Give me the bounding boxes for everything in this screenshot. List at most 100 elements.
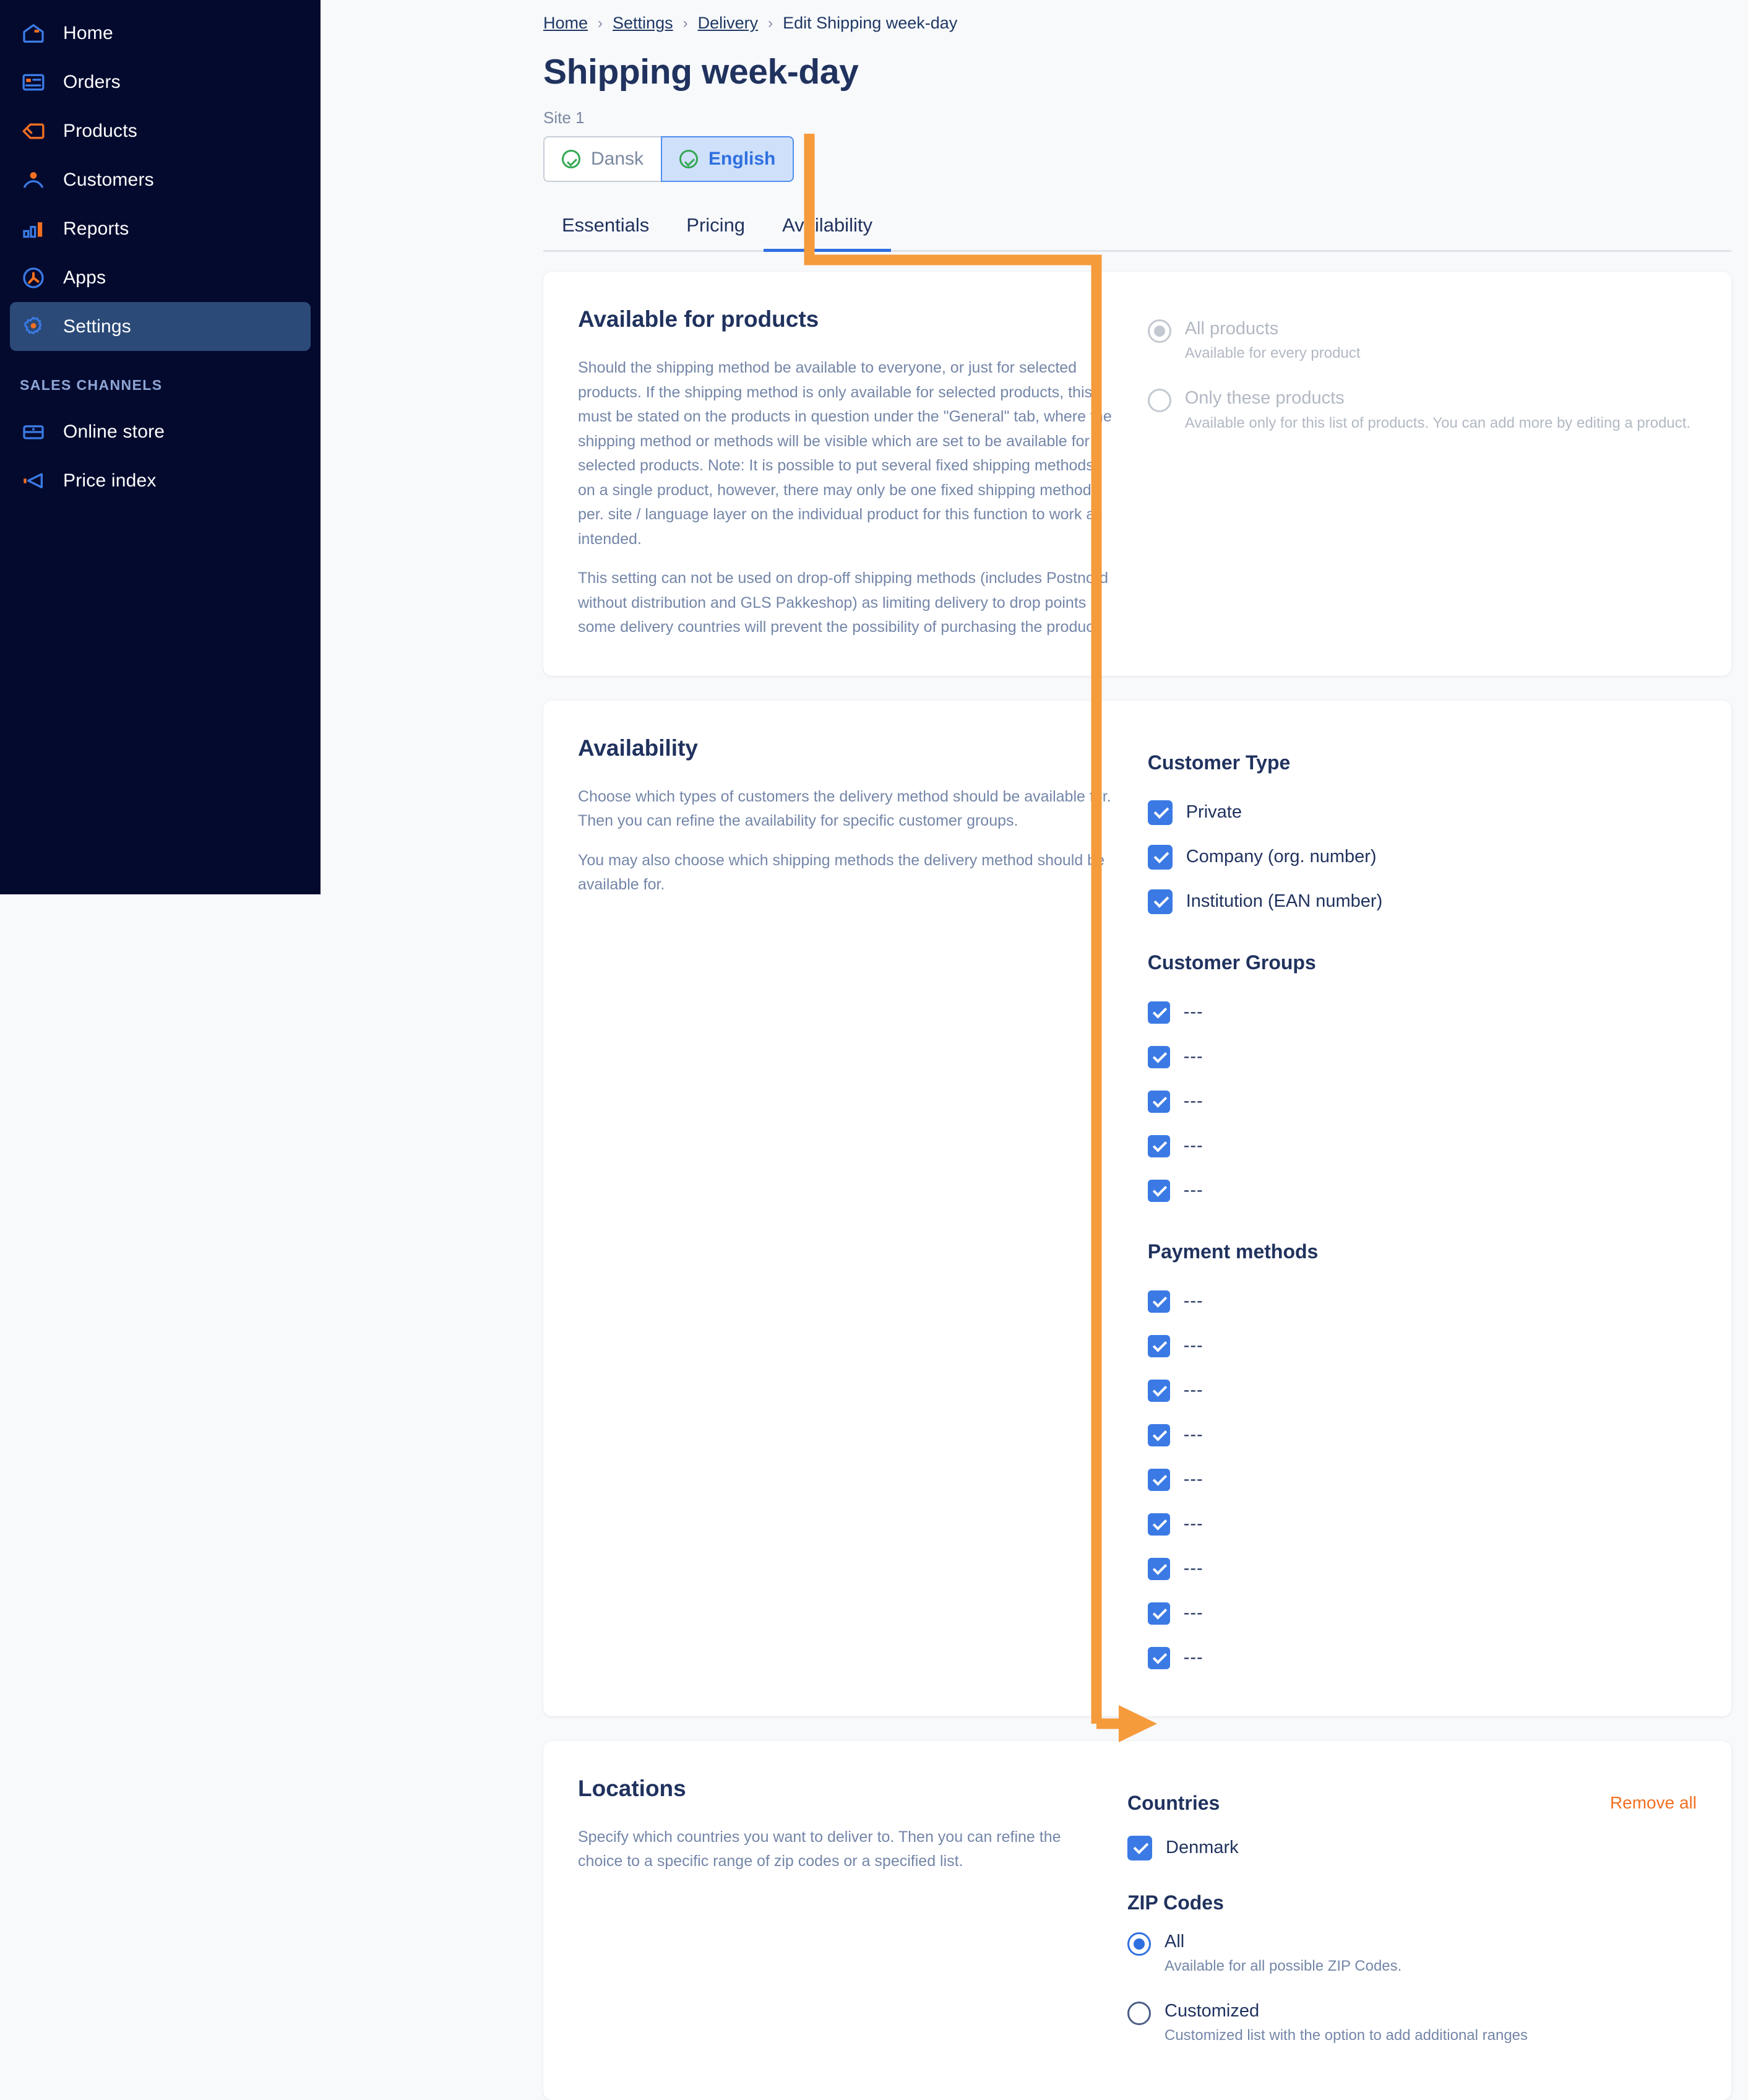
checkbox-row-payment-method[interactable]: --- — [1148, 1636, 1697, 1680]
checkbox-row-payment-method[interactable]: --- — [1148, 1279, 1697, 1324]
tab-pricing[interactable]: Pricing — [668, 214, 764, 250]
checkbox-row-customer-group[interactable]: --- — [1148, 1124, 1697, 1169]
group-title-countries: Countries — [1127, 1792, 1220, 1815]
card-availability: Availability Choose which types of custo… — [543, 701, 1731, 1716]
sidebar-item-home[interactable]: Home — [10, 9, 311, 58]
checkbox-row-company[interactable]: Company (org. number) — [1148, 835, 1697, 879]
checkbox-row-customer-group[interactable]: --- — [1148, 1079, 1697, 1124]
checkbox-row-payment-method[interactable]: --- — [1148, 1502, 1697, 1547]
language-toggle-group: Dansk English — [543, 136, 794, 182]
sidebar-item-customers[interactable]: Customers — [10, 155, 311, 204]
sidebar-item-label: Online store — [63, 421, 165, 443]
checkbox-row-customer-group[interactable]: --- — [1148, 990, 1697, 1035]
radio-button[interactable] — [1127, 1932, 1151, 1956]
person-icon — [20, 166, 47, 194]
checkbox-row-payment-method[interactable]: --- — [1148, 1458, 1697, 1502]
main-content: Home › Settings › Delivery › Edit Shippi… — [321, 0, 1748, 1968]
language-button-dansk[interactable]: Dansk — [543, 136, 661, 182]
card-title: Available for products — [578, 306, 1113, 332]
checkbox[interactable] — [1127, 1836, 1152, 1860]
megaphone-icon — [20, 467, 47, 495]
check-circle-icon — [679, 150, 698, 168]
checkbox-label: --- — [1184, 1091, 1203, 1112]
checkbox-row-private[interactable]: Private — [1148, 790, 1697, 835]
home-icon — [20, 20, 47, 47]
breadcrumb-delivery[interactable]: Delivery — [698, 14, 759, 33]
breadcrumb-home[interactable]: Home — [543, 14, 588, 33]
checkbox-row-customer-group[interactable]: --- — [1148, 1035, 1697, 1079]
checkbox[interactable] — [1148, 845, 1173, 870]
remove-all-link[interactable]: Remove all — [1610, 1793, 1697, 1813]
sidebar-item-online-store[interactable]: Online store — [10, 407, 311, 456]
store-icon — [20, 418, 47, 446]
language-label: English — [708, 149, 775, 170]
radio-text-block: Customized Customized list with the opti… — [1165, 2000, 1528, 2044]
checkbox-row-payment-method[interactable]: --- — [1148, 1368, 1697, 1413]
checkbox[interactable] — [1148, 1290, 1170, 1313]
checkbox-row-payment-method[interactable]: --- — [1148, 1547, 1697, 1591]
breadcrumb-separator: › — [598, 15, 603, 32]
checkbox[interactable] — [1148, 1180, 1170, 1202]
checkbox[interactable] — [1148, 1558, 1170, 1580]
sidebar-section-title: SALES CHANNELS — [0, 377, 321, 394]
checkbox[interactable] — [1148, 1046, 1170, 1068]
tab-bar: Essentials Pricing Availability — [543, 214, 1731, 252]
sidebar-item-price-index[interactable]: Price index — [10, 456, 311, 505]
gear-icon — [20, 313, 47, 340]
sidebar-item-label: Products — [63, 121, 137, 142]
sidebar-item-label: Home — [63, 23, 113, 44]
checkbox-label: Denmark — [1166, 1838, 1239, 1858]
radio-label: Customized — [1165, 2000, 1528, 2022]
bar-chart-icon — [20, 215, 47, 243]
checkbox-row-denmark[interactable]: Denmark — [1127, 1826, 1697, 1870]
card-paragraph: Choose which types of customers the deli… — [578, 785, 1113, 834]
checkbox[interactable] — [1148, 1091, 1170, 1113]
checkbox[interactable] — [1148, 1380, 1170, 1402]
tab-availability[interactable]: Availability — [764, 214, 891, 250]
language-button-english[interactable]: English — [661, 136, 794, 182]
sidebar-item-apps[interactable]: Apps — [10, 253, 311, 302]
checkbox-row-customer-group[interactable]: --- — [1148, 1169, 1697, 1213]
group-title-zip-codes: ZIP Codes — [1127, 1891, 1697, 1914]
checkbox[interactable] — [1148, 1335, 1170, 1357]
radio-button[interactable] — [1127, 2002, 1151, 2025]
radio-button[interactable] — [1148, 389, 1171, 412]
tab-essentials[interactable]: Essentials — [543, 214, 668, 250]
radio-label: All products — [1185, 318, 1361, 340]
checkbox[interactable] — [1148, 889, 1173, 914]
checkbox-row-payment-method[interactable]: --- — [1148, 1324, 1697, 1368]
sidebar-item-label: Orders — [63, 72, 121, 93]
radio-description: Available only for this list of products… — [1185, 415, 1690, 432]
language-label: Dansk — [591, 149, 644, 170]
checkbox[interactable] — [1148, 1647, 1170, 1669]
radio-button[interactable] — [1148, 319, 1171, 343]
radio-label: All — [1165, 1930, 1401, 1953]
checkbox[interactable] — [1148, 800, 1173, 825]
checkbox[interactable] — [1148, 1001, 1170, 1024]
checkbox-row-institution[interactable]: Institution (EAN number) — [1148, 879, 1697, 924]
checkbox-label: Private — [1186, 802, 1242, 823]
radio-description: Available for all possible ZIP Codes. — [1165, 1958, 1401, 1975]
checkbox[interactable] — [1148, 1469, 1170, 1491]
sidebar-item-settings[interactable]: Settings — [10, 302, 311, 351]
checkbox-row-payment-method[interactable]: --- — [1148, 1591, 1697, 1636]
checkbox[interactable] — [1148, 1513, 1170, 1536]
sidebar-item-orders[interactable]: Orders — [10, 58, 311, 106]
sidebar-item-reports[interactable]: Reports — [10, 204, 311, 253]
radio-option-zip-customized[interactable]: Customized Customized list with the opti… — [1127, 2000, 1697, 2044]
breadcrumb-settings[interactable]: Settings — [613, 14, 673, 33]
checkbox[interactable] — [1148, 1135, 1170, 1157]
checkbox[interactable] — [1148, 1602, 1170, 1625]
radio-description: Available for every product — [1185, 345, 1361, 362]
checkbox[interactable] — [1148, 1424, 1170, 1446]
sidebar-item-products[interactable]: Products — [10, 106, 311, 155]
sidebar-item-label: Settings — [63, 316, 131, 337]
site-label: Site 1 — [543, 108, 1731, 127]
checkbox-label: --- — [1184, 1469, 1203, 1490]
radio-label: Only these products — [1185, 387, 1690, 409]
sidebar: Home Orders Products Cu — [0, 0, 321, 894]
apps-icon — [20, 264, 47, 292]
checkbox-row-payment-method[interactable]: --- — [1148, 1413, 1697, 1458]
radio-option-only-these-products[interactable]: Only these products Available only for t… — [1148, 387, 1697, 431]
radio-option-all-products[interactable]: All products Available for every product — [1148, 318, 1697, 362]
